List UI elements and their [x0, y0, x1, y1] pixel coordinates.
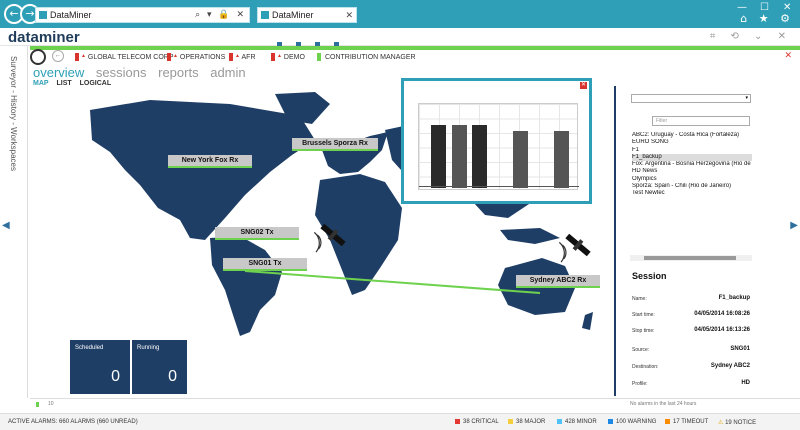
ok-flag-icon [317, 53, 321, 61]
tab-overview[interactable]: overview [33, 65, 84, 80]
alarm-flag-icon [271, 53, 275, 61]
notice-icon: ⚠ [718, 420, 724, 426]
list-horizontal-scrollbar[interactable] [630, 255, 752, 261]
session-list-item[interactable]: EURO SONG [632, 139, 752, 146]
critical-icon [455, 419, 460, 424]
alarm-flag-icon [229, 53, 233, 61]
chart-bar [513, 131, 529, 188]
session-title: Session [632, 271, 667, 281]
main-tabs: overview sessions reports admin [33, 65, 254, 80]
filter-input[interactable]: Filter [652, 116, 750, 126]
app-top-icons[interactable]: ⌗ ⟲ ⌄ ✕ [710, 31, 792, 42]
left-arrow-icon[interactable]: ◀ [2, 220, 10, 231]
scheduled-counter[interactable]: Scheduled 0 [70, 340, 130, 394]
chevron-down-icon: ▾ [745, 95, 748, 101]
minor-icon [557, 419, 562, 424]
session-side-panel: ▾ Filter ABC2: Uruguay - Costa Rica (For… [614, 86, 764, 396]
scheduled-label: Scheduled [75, 345, 104, 351]
dataminer-logo: dataminer [8, 29, 80, 46]
running-value: 0 [168, 368, 177, 385]
address-text: DataMiner [50, 10, 92, 20]
favicon-icon [39, 11, 47, 19]
signal-chart-popup[interactable]: ✕ [401, 78, 592, 204]
breadcrumb-item-afr[interactable]: ▲ AFR [229, 53, 256, 61]
map-label-sydney[interactable]: Sydney ABC2 Rx [516, 275, 600, 288]
tab-favicon-icon [261, 11, 269, 19]
alarm-notice[interactable]: ⚠ 19 NOTICE [718, 419, 756, 426]
session-list-item[interactable]: Fox: Argentina - Bosnia Herzegovina (Rio… [632, 161, 752, 168]
breadcrumb-item-demo[interactable]: ▲ DEMO [271, 53, 305, 61]
tab-title: DataMiner [272, 10, 314, 20]
breadcrumb-item-operations[interactable]: ▲ OPERATIONS [167, 53, 225, 61]
map-label-new-york[interactable]: New York Fox Rx [168, 155, 252, 168]
app-header: dataminer ⌗ ⟲ ⌄ ✕ [0, 28, 800, 47]
chart-bar [472, 125, 488, 188]
new-zealand-shape [582, 312, 593, 330]
browser-toolbar-icons[interactable]: ⌂ ★ ⚙ [740, 12, 794, 25]
chart-bar [431, 125, 446, 188]
noise-floor-line [419, 186, 579, 187]
popup-close-icon[interactable]: ✕ [580, 82, 587, 89]
tab-sessions[interactable]: sessions [96, 65, 147, 80]
tab-close-icon[interactable]: ✕ [345, 8, 353, 22]
south-america-shape [210, 236, 282, 336]
map-label-sng02[interactable]: SNG02 Tx [215, 227, 299, 240]
breadcrumb-back-icon[interactable]: ← [52, 50, 64, 62]
alarm-critical[interactable]: 38 CRITICAL [455, 419, 499, 425]
session-list-item[interactable]: HD News [632, 168, 752, 175]
tab-admin[interactable]: admin [210, 65, 245, 80]
active-alarms-text[interactable]: ACTIVE ALARMS: 660 ALARMS (660 UNREAD) [8, 419, 138, 425]
view-subtabs: MAP LIST LOGICAL [33, 80, 117, 87]
surveyor-history-workspaces-toggle[interactable]: Surveyor - History - Workspaces [9, 56, 18, 171]
running-label: Running [137, 345, 160, 351]
view-dropdown[interactable]: ▾ [631, 94, 751, 103]
timeout-icon [665, 419, 670, 424]
session-list-item[interactable]: F1_backup [632, 153, 752, 162]
map-label-sng01[interactable]: SNG01 Tx [223, 258, 307, 271]
refresh-icon[interactable] [30, 49, 46, 65]
alarm-flag-icon [167, 53, 171, 61]
map-label-brussels[interactable]: Brussels Sporza Rx [292, 138, 378, 151]
breadcrumb-item-global-telecom-corp[interactable]: ▲ GLOBAL TELECOM CORP [75, 53, 174, 61]
chart-bar [554, 131, 570, 188]
running-counter[interactable]: Running 0 [132, 340, 187, 394]
session-list-item[interactable]: Test Newtec [632, 190, 752, 197]
session-list-item[interactable]: ABC2: Uruguay - Costa Rica (Fortaleza) [632, 132, 752, 139]
tab-reports[interactable]: reports [158, 65, 198, 80]
status-ok-icon [36, 402, 39, 407]
right-arrow-icon[interactable]: ▶ [790, 220, 798, 231]
status-strip: 10 No alarms in the last 24 hours [30, 398, 800, 408]
breadcrumb-item-contribution-manager[interactable]: CONTRIBUTION MANAGER [317, 53, 416, 61]
indonesia-shape [500, 228, 560, 244]
session-link-line [244, 270, 541, 294]
status-count: 10 [48, 401, 54, 407]
address-tools-icon[interactable]: ⌕ ▾ 🔒 ✕ [195, 8, 246, 22]
alarm-bar: ACTIVE ALARMS: 660 ALARMS (660 UNREAD) 3… [0, 413, 800, 430]
alarm-major[interactable]: 38 MAJOR [508, 419, 545, 425]
alarm-flag-icon [75, 53, 79, 61]
alarm-minor[interactable]: 428 MINOR [557, 419, 597, 425]
north-america-shape [90, 100, 315, 240]
session-list-item[interactable]: Sporza: Spain - Chili (Rio de Janeiro) [632, 183, 752, 190]
address-bar[interactable]: DataMiner ⌕ ▾ 🔒 ✕ [35, 7, 250, 23]
subtab-list[interactable]: LIST [57, 80, 72, 87]
browser-tab[interactable]: DataMiner ✕ [257, 7, 357, 23]
session-list-item[interactable]: Olympics [632, 176, 752, 183]
scheduled-value: 0 [111, 368, 120, 385]
subtab-logical[interactable]: LOGICAL [80, 80, 112, 87]
session-list-item[interactable]: F1 [632, 147, 752, 154]
view-close-icon[interactable]: ✕ [784, 50, 792, 61]
alarm-warning[interactable]: 100 WARNING [608, 419, 656, 425]
session-list: ABC2: Uruguay - Costa Rica (Fortaleza) EU… [632, 132, 752, 198]
warning-icon [608, 419, 613, 424]
subtab-map[interactable]: MAP [33, 80, 49, 87]
browser-chrome: ← → DataMiner ⌕ ▾ 🔒 ✕ DataMiner ✕ — ☐ ✕ … [0, 0, 800, 28]
chart-bar [451, 125, 467, 188]
bar-chart-area [418, 103, 579, 190]
no-alarms-text: No alarms in the last 24 hours [630, 401, 697, 407]
major-icon [508, 419, 513, 424]
status-accent-line [30, 46, 800, 50]
alarm-timeout[interactable]: 17 TIMEOUT [665, 419, 708, 425]
